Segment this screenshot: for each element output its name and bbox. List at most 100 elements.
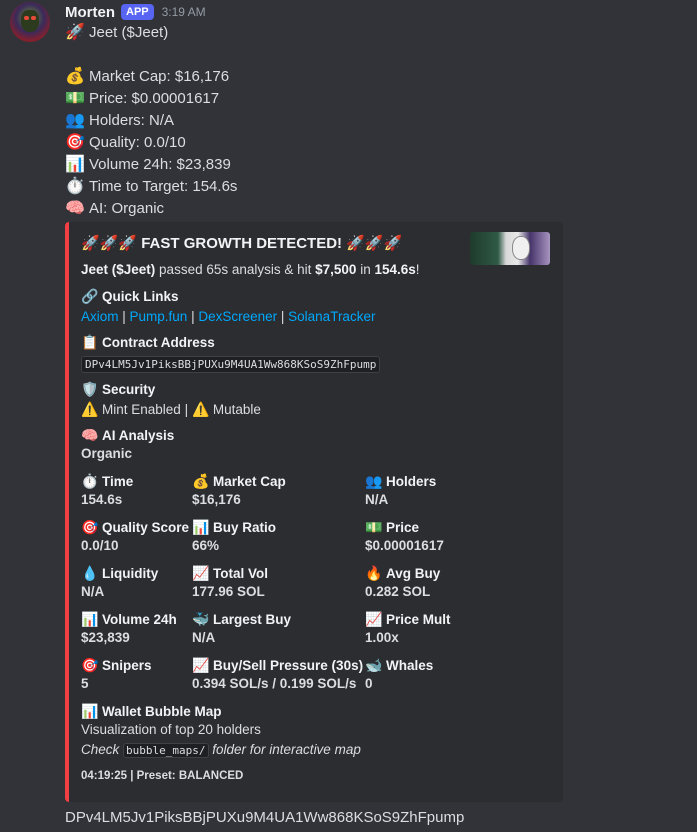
bar-chart-icon: 📊 bbox=[81, 703, 99, 719]
dollar-bill-icon: 💵 bbox=[365, 519, 383, 535]
stat-label: Buy/Sell Pressure (30s) bbox=[213, 658, 364, 673]
stat-value: N/A bbox=[365, 492, 389, 507]
link-solanatracker[interactable]: SolanaTracker bbox=[288, 309, 375, 324]
message-line bbox=[65, 44, 237, 66]
desc-text: passed 65s analysis & hit bbox=[155, 262, 316, 277]
separator: | bbox=[180, 402, 192, 417]
timestamp[interactable]: 3:19 AM bbox=[162, 5, 206, 19]
message-line: 💰 Market Cap: $16,176 bbox=[65, 66, 237, 88]
contract-address-message: DPv4LM5Jv1PiksBBjPUXu9M4UA1Ww868KSoS9ZhF… bbox=[65, 809, 465, 826]
stat-label: Avg Buy bbox=[386, 566, 441, 581]
message-line-text: Price: $0.00001617 bbox=[89, 90, 220, 107]
stat-field: 🐋 Whales 0 bbox=[365, 657, 433, 694]
separator: | bbox=[118, 309, 130, 324]
stat-label: Price bbox=[386, 520, 420, 535]
stat-value: N/A bbox=[81, 584, 105, 599]
people-icon: 👥 bbox=[65, 112, 85, 129]
stat-label: Snipers bbox=[102, 658, 152, 673]
target-icon: 🎯 bbox=[81, 657, 99, 673]
stat-label: Largest Buy bbox=[213, 612, 292, 627]
quick-links-label: Quick Links bbox=[102, 289, 179, 304]
avatar-eye bbox=[31, 16, 36, 20]
stat-field: 🔥 Avg Buy 0.282 SOL bbox=[365, 565, 440, 602]
whale-icon: 🐳 bbox=[192, 611, 210, 627]
thumbnail-figure bbox=[512, 236, 530, 260]
stat-value: 0 bbox=[365, 676, 373, 691]
contract-label: Contract Address bbox=[102, 335, 215, 350]
link-pumpfun[interactable]: Pump.fun bbox=[130, 309, 188, 324]
warning-icon: ⚠️ bbox=[81, 401, 99, 417]
message-line: 👥 Holders: N/A bbox=[65, 110, 237, 132]
avatar-face bbox=[21, 10, 39, 32]
message-line: 🎯 Quality: 0.0/10 bbox=[65, 132, 237, 154]
droplet-icon: 💧 bbox=[81, 565, 99, 581]
stat-field: 📊 Buy Ratio 66% bbox=[192, 519, 276, 556]
contract-address[interactable]: DPv4LM5Jv1PiksBBjPUXu9M4UA1Ww868KSoS9ZhF… bbox=[81, 356, 381, 373]
security-field: 🛡️ Security ⚠️ Mint Enabled | ⚠️ Mutable bbox=[81, 381, 261, 420]
bar-chart-icon: 📊 bbox=[192, 519, 210, 535]
message-header: Morten APP 3:19 AM bbox=[65, 2, 206, 22]
stat-label: Whales bbox=[386, 658, 434, 673]
ai-analysis-label: AI Analysis bbox=[102, 428, 175, 443]
ai-analysis-value: Organic bbox=[81, 446, 133, 461]
stat-field: 📊 Volume 24h $23,839 bbox=[81, 611, 177, 648]
security-mint: Mint Enabled bbox=[102, 402, 181, 417]
stat-value: 154.6s bbox=[81, 492, 123, 507]
message-line: 🧠 AI: Organic bbox=[65, 198, 237, 220]
avatar[interactable] bbox=[10, 2, 50, 42]
bubble-map-folder: bubble_maps/ bbox=[123, 743, 209, 758]
time-value: 154.6s bbox=[374, 262, 416, 277]
chart-up-icon: 📈 bbox=[192, 657, 210, 673]
stat-value: 1.00x bbox=[365, 630, 399, 645]
link-axiom[interactable]: Axiom bbox=[81, 309, 119, 324]
clipboard-icon: 📋 bbox=[81, 334, 99, 350]
message-line-text: Time to Target: 154.6s bbox=[89, 178, 238, 195]
message-line-text: Quality: 0.0/10 bbox=[89, 134, 186, 151]
stat-field: 📈 Buy/Sell Pressure (30s) 0.394 SOL/s / 0.… bbox=[192, 657, 363, 694]
desc-text: ! bbox=[415, 262, 420, 277]
stat-value: 66% bbox=[192, 538, 220, 553]
username[interactable]: Morten bbox=[65, 4, 115, 21]
bar-chart-icon: 📊 bbox=[81, 611, 99, 627]
stat-label: Holders bbox=[386, 474, 437, 489]
shield-icon: 🛡️ bbox=[81, 381, 99, 397]
stat-field: 📈 Price Mult 1.00x bbox=[365, 611, 451, 648]
target-value: $7,500 bbox=[315, 262, 357, 277]
stat-label: Price Mult bbox=[386, 612, 451, 627]
message-line-text: Volume 24h: $23,839 bbox=[89, 156, 231, 173]
message-body: 🚀 Jeet ($Jeet) 💰 Market Cap: $16,176 💵 Price:… bbox=[65, 22, 237, 220]
stopwatch-icon: ⏱️ bbox=[65, 178, 85, 195]
message-line: 📊 Volume 24h: $23,839 bbox=[65, 154, 237, 176]
embed-description: Jeet ($Jeet) passed 65s analysis & hit $… bbox=[81, 262, 420, 277]
stat-value: $23,839 bbox=[81, 630, 130, 645]
money-bag-icon: 💰 bbox=[192, 473, 210, 489]
chart-up-icon: 📈 bbox=[192, 565, 210, 581]
stat-field: 💧 Liquidity N/A bbox=[81, 565, 158, 602]
token-name: Jeet ($Jeet) bbox=[81, 262, 156, 277]
stat-value: 0.0/10 bbox=[81, 538, 119, 553]
ai-analysis-field: 🧠 AI Analysis Organic bbox=[81, 427, 174, 464]
avatar-eye bbox=[24, 16, 29, 20]
embed-card: 🚀🚀🚀 FAST GROWTH DETECTED! 🚀🚀🚀 Jeet ($Jee… bbox=[65, 222, 563, 802]
security-label: Security bbox=[102, 382, 156, 397]
stat-value: 0.394 SOL/s / 0.199 SOL/s bbox=[192, 676, 357, 691]
separator: | bbox=[187, 309, 199, 324]
link-dexscreener[interactable]: DexScreener bbox=[198, 309, 277, 324]
stat-field: ⏱️ Time 154.6s bbox=[81, 473, 133, 510]
dollar-bill-icon: 💵 bbox=[65, 90, 85, 107]
desc-text: in bbox=[356, 262, 375, 277]
target-icon: 🎯 bbox=[81, 519, 99, 535]
message-line: 🚀 Jeet ($Jeet) bbox=[65, 22, 237, 44]
bubble-map-check: Check bbox=[81, 742, 124, 757]
embed-thumbnail[interactable] bbox=[470, 232, 550, 265]
people-icon: 👥 bbox=[365, 473, 383, 489]
bubble-map-rest: folder for interactive map bbox=[208, 742, 361, 757]
message-line-text: Holders: N/A bbox=[89, 112, 175, 129]
embed-title: 🚀🚀🚀 FAST GROWTH DETECTED! 🚀🚀🚀 bbox=[81, 235, 403, 252]
stat-label: Liquidity bbox=[102, 566, 159, 581]
link-icon: 🔗 bbox=[81, 288, 99, 304]
chart-up-icon: 📈 bbox=[365, 611, 383, 627]
separator: | bbox=[277, 309, 289, 324]
security-mutable: Mutable bbox=[212, 402, 261, 417]
stat-value: $0.00001617 bbox=[365, 538, 444, 553]
